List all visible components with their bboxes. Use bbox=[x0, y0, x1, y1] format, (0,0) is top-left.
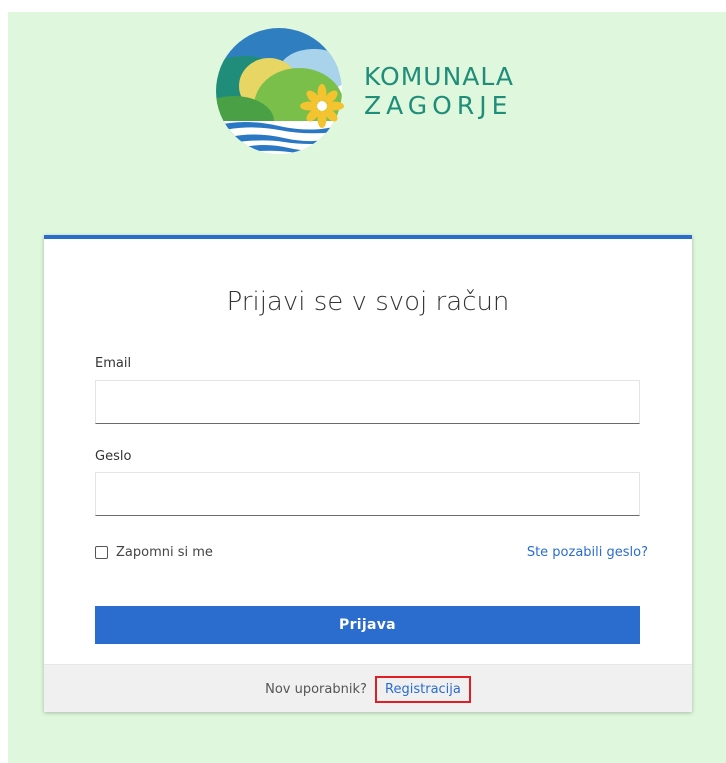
register-link[interactable]: Registracija bbox=[375, 676, 471, 703]
password-field[interactable] bbox=[95, 472, 640, 516]
login-card: Prijavi se v svoj račun Email Geslo Zapo… bbox=[44, 235, 692, 712]
remember-me[interactable]: Zapomni si me bbox=[95, 545, 213, 560]
logo-emblem-icon bbox=[216, 28, 344, 154]
login-button[interactable]: Prijava bbox=[95, 606, 640, 644]
page-title: Prijavi se v svoj račun bbox=[226, 287, 510, 317]
brand-name: KOMUNALA ZAGORJE bbox=[364, 62, 514, 120]
email-field[interactable] bbox=[95, 380, 640, 424]
email-label: Email bbox=[95, 356, 132, 371]
remember-checkbox[interactable] bbox=[95, 546, 108, 559]
brand-name-line1: KOMUNALA bbox=[364, 62, 514, 91]
page-background: KOMUNALA ZAGORJE Prijavi se v svoj račun… bbox=[8, 12, 726, 763]
remember-label: Zapomni si me bbox=[116, 545, 213, 560]
password-label: Geslo bbox=[95, 449, 132, 464]
brand-logo: KOMUNALA ZAGORJE bbox=[214, 26, 544, 156]
brand-name-line2: ZAGORJE bbox=[364, 91, 513, 120]
new-user-prompt: Nov uporabnik? bbox=[265, 682, 367, 697]
forgot-password-link[interactable]: Ste pozabili geslo? bbox=[527, 545, 648, 560]
card-footer: Nov uporabnik? Registracija bbox=[44, 664, 692, 712]
footer-row: Nov uporabnik? Registracija bbox=[44, 676, 692, 703]
